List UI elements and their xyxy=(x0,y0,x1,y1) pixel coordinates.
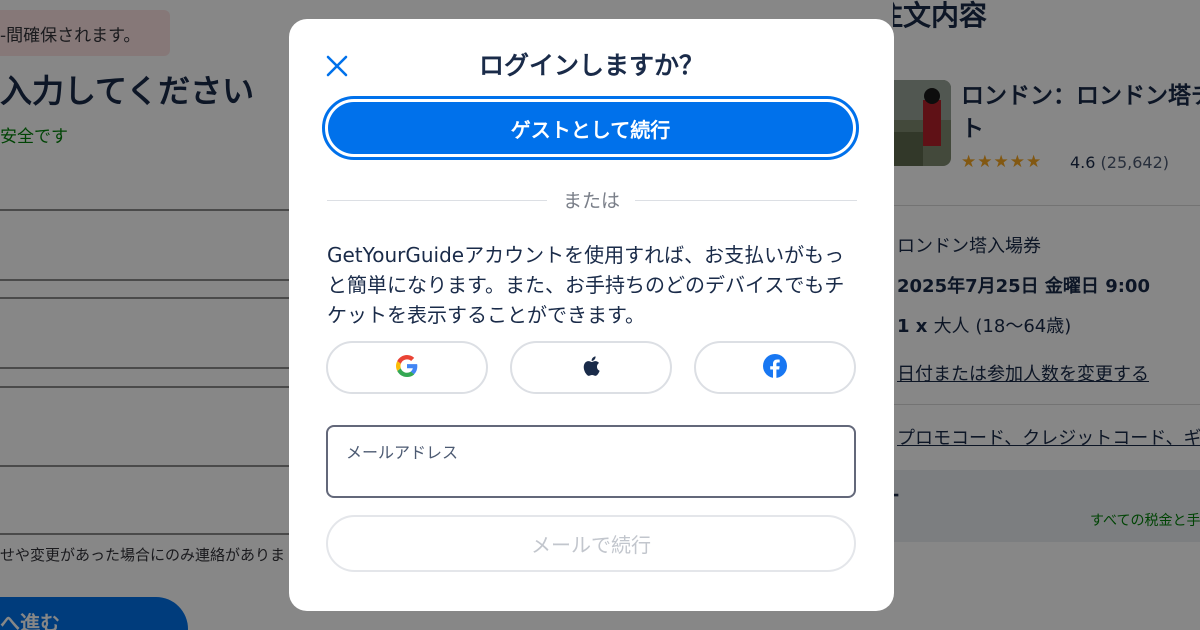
email-field[interactable]: メールアドレス xyxy=(326,425,856,498)
login-modal: ログインしますか？ ゲストとして続行 または GetYourGuideアカウント… xyxy=(289,19,894,611)
or-text: または xyxy=(562,190,620,212)
continue-as-guest-label: ゲストとして続行 xyxy=(328,102,853,154)
facebook-login-button[interactable] xyxy=(694,341,856,394)
apple-icon xyxy=(581,355,601,381)
email-field-label: メールアドレス xyxy=(346,443,459,462)
continue-as-guest-button[interactable]: ゲストとして続行 xyxy=(322,96,859,160)
email-input[interactable] xyxy=(344,463,839,491)
facebook-icon xyxy=(763,353,787,382)
google-login-button[interactable] xyxy=(326,341,488,394)
account-description: GetYourGuideアカウントを使用すれば、お支払いがもっと簡単になります。… xyxy=(327,243,845,327)
continue-with-email-button[interactable]: メールで続行 xyxy=(326,515,856,572)
apple-login-button[interactable] xyxy=(510,341,672,394)
modal-title: ログインしますか？ xyxy=(478,51,704,80)
google-icon xyxy=(396,354,418,381)
